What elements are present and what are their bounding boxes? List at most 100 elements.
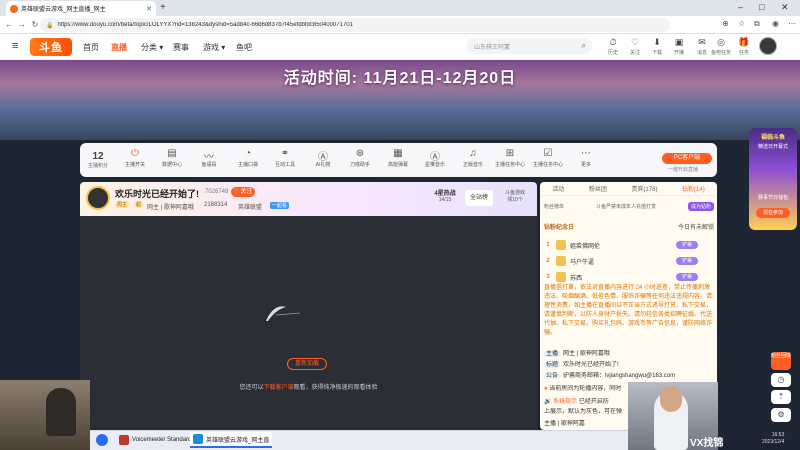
rank-row[interactable]: 2 马户牛逼 铲兼 xyxy=(544,254,714,268)
heart-icon: ♡ xyxy=(630,37,640,47)
chat-line: 主播 网主 | 歌神阿嘉哦 xyxy=(544,351,610,357)
maximize-button[interactable]: □ xyxy=(759,2,764,12)
close-tab-icon[interactable]: ✕ xyxy=(146,5,152,13)
pc-client-subtext: 一键开启直播 xyxy=(668,167,699,173)
trophy-icon xyxy=(556,240,566,250)
tab-activity[interactable]: 活动 xyxy=(552,184,564,193)
tab-diamond-fans[interactable]: 钻粉(14) xyxy=(682,184,705,193)
taskbar-clock[interactable]: 16:53 2023/12/4 xyxy=(762,432,784,446)
video-player[interactable] xyxy=(80,216,537,430)
new-tab-button[interactable]: + xyxy=(160,2,166,13)
all-station-rank-button[interactable]: 全站榜 xyxy=(465,190,493,206)
chat-line: 标题 欢乐时光已经开始了! xyxy=(544,362,619,368)
badge-level: 周主 xyxy=(115,201,130,208)
url-field[interactable]: 🔒 https://www.douyu.com/beta/topic/LOLYY… xyxy=(40,18,670,32)
taskbar-app-browser[interactable]: 英雄联盟云游戏_网主直 xyxy=(190,432,273,448)
message-button[interactable]: ✉ 消息 xyxy=(692,37,712,56)
room-category[interactable]: 英雄联盟 xyxy=(238,202,262,211)
hamburger-menu-icon[interactable]: ≡ xyxy=(12,40,18,52)
music-icon: ♫ xyxy=(469,148,477,159)
nav-category[interactable]: 分类 ▾ xyxy=(141,42,163,53)
pocket-icon: ◔ xyxy=(244,148,252,159)
nav-events[interactable]: 赛事 xyxy=(173,42,189,53)
chart-icon: ▤ xyxy=(167,148,177,159)
become-diamond-fan-button[interactable]: 成为钻粉 xyxy=(687,202,714,211)
trophy-icon xyxy=(556,272,566,282)
close-window-button[interactable]: ✕ xyxy=(781,2,789,13)
browser-tab[interactable]: 英雄联盟云游戏_网主直播_网主 ✕ xyxy=(6,1,156,16)
toolbar-star-music[interactable]: Ⓐ 星推音乐 xyxy=(418,148,452,168)
history-button[interactable]: ⏱ 历史 xyxy=(603,37,623,56)
toolbar-barrage[interactable]: ▦ 高能弹幕 xyxy=(381,148,415,168)
menu-dots-icon[interactable]: ⋯ xyxy=(788,19,796,28)
up-icon[interactable]: ⇡ xyxy=(771,390,791,404)
task-button[interactable]: 🎁 任务 xyxy=(734,37,754,56)
toolbar-task-center[interactable]: ⊞ 主播任务中心 xyxy=(493,148,527,168)
clock-icon[interactable]: ◷ xyxy=(771,373,791,387)
extensions-icon[interactable]: ⧉ xyxy=(754,19,760,29)
rank-row[interactable]: 3 苏西 铲兼 xyxy=(544,270,714,284)
trophy-icon xyxy=(556,256,566,266)
tab-fans[interactable]: 粉丝团 xyxy=(589,184,607,193)
pc-client-button[interactable]: PC客户端 xyxy=(662,153,712,164)
zoom-icon[interactable]: ⊕ xyxy=(722,19,729,28)
tab-vip[interactable]: 贵宾(178) xyxy=(631,184,657,193)
toolbar-ai-gift[interactable]: Ⓐ AI礼物 xyxy=(306,148,340,168)
mission-button[interactable]: ◎ 鱼吧任务 xyxy=(711,37,731,56)
toolbar-more[interactable]: ⋯ 更多 xyxy=(569,148,603,168)
hot-rank[interactable]: 4星热战 14/15 xyxy=(428,188,462,203)
anchor-level[interactable]: 12 主播积分 xyxy=(84,151,112,169)
forward-icon[interactable]: → xyxy=(18,20,26,29)
back-icon[interactable]: ← xyxy=(5,20,13,29)
start-icon[interactable] xyxy=(96,434,108,446)
minimize-button[interactable]: – xyxy=(738,2,743,12)
nav-home[interactable]: 首页 xyxy=(83,42,99,53)
download-client-link[interactable]: 下载客户端 xyxy=(263,385,293,391)
douyu-logo[interactable]: 斗鱼 xyxy=(30,38,72,56)
edge-icon xyxy=(193,434,203,444)
toolbar-interact[interactable]: ⚭ 互动工具 xyxy=(268,148,302,168)
taskbar-app-voicemeeter[interactable]: Voicemeeter Standard xyxy=(116,432,194,448)
toolbar-dota[interactable]: ⊛ 刀塔助手 xyxy=(343,148,377,168)
toolbar-pocket[interactable]: ◔ 主播口袋 xyxy=(231,148,265,168)
toolbar-data-center[interactable]: ▤ 数据中心 xyxy=(155,148,189,168)
webcam-overlay-left xyxy=(0,380,90,450)
history-icon: ⏱ xyxy=(609,37,617,47)
user-avatar[interactable] xyxy=(759,37,777,55)
search-icon[interactable]: ⌕ xyxy=(582,41,586,51)
reload-button[interactable]: 重新加载 xyxy=(287,358,327,370)
toolbar-fish-segment[interactable]: 〰鱼语段 xyxy=(192,148,226,168)
watermark-text: VX找锦 xyxy=(690,438,724,449)
game-reward[interactable]: 斗鱼游戏 领10个 xyxy=(498,189,532,203)
task-gift-icon: ⊞ xyxy=(505,148,515,159)
rank-row[interactable]: 1 姐菜佛网伦 铲兼 xyxy=(544,238,714,252)
room-id: 7026749 xyxy=(205,189,229,195)
download-icon: ⬇ xyxy=(653,37,661,47)
fan-feedback-button[interactable]: 粉丝回馈 xyxy=(771,352,791,370)
tab-title: 英雄联盟云游戏_网主直播_网主 xyxy=(21,7,106,13)
nav-live[interactable]: 直播 xyxy=(111,42,127,53)
star-music-icon: Ⓐ xyxy=(430,152,440,163)
broadcast-button[interactable]: ▣ 开播 xyxy=(669,37,689,56)
profile-icon[interactable]: ◉ xyxy=(772,19,779,28)
settings-icon[interactable]: ⚙ xyxy=(771,408,791,422)
toolbar-switch[interactable]: ⏻ 主播开关 xyxy=(118,148,152,168)
room-tag[interactable]: 一起看 xyxy=(270,202,290,209)
reload-icon[interactable]: ↻ xyxy=(31,20,39,29)
search-input[interactable]: 山东棋王阿蒙 ⌕ xyxy=(466,38,592,54)
follow-button[interactable]: ♡ 关注 xyxy=(231,187,255,197)
follow-list-button[interactable]: ♡ 关注 xyxy=(625,37,645,56)
nav-games[interactable]: 游戏 ▾ xyxy=(203,42,225,53)
anchor-avatar[interactable] xyxy=(86,186,110,210)
badge-super: 超 xyxy=(134,201,144,208)
toolbar-music[interactable]: ♫ 正版音乐 xyxy=(456,148,490,168)
nav-fishbar[interactable]: 鱼吧 xyxy=(236,42,252,53)
gift-icon: 🎁 xyxy=(738,37,750,47)
favorite-star-icon[interactable]: ☆ xyxy=(738,19,745,28)
download-button[interactable]: ⬇ 下载 xyxy=(647,37,667,56)
side-promo-cta[interactable]: 现在参加 xyxy=(756,208,790,218)
url-text: https://www.douyu.com/beta/topic/LOLYYX?… xyxy=(57,22,353,28)
toolbar-task[interactable]: ☑ 主播任务中心 xyxy=(531,148,565,168)
banner-title: 活动时间: 11月21日-12月20日 xyxy=(283,70,517,87)
more-icon: ⋯ xyxy=(581,148,591,159)
